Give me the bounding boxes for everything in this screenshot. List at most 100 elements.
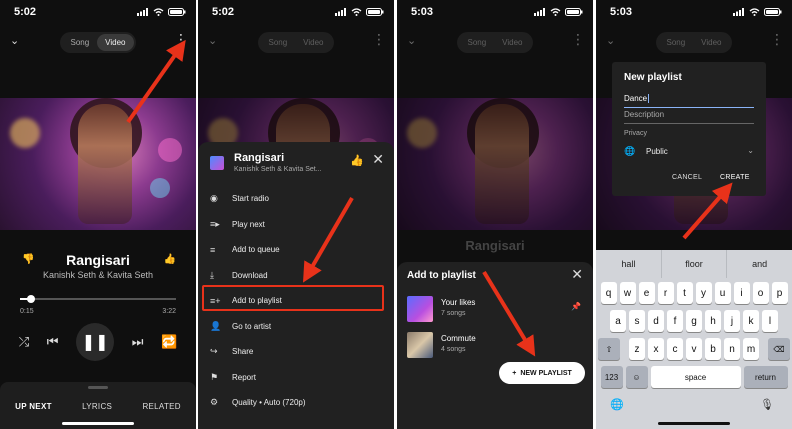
description-field[interactable]: Description (624, 110, 754, 124)
key-e[interactable]: e (638, 282, 655, 304)
delete-key[interactable]: ⌫ (768, 338, 790, 360)
suggestion[interactable]: hall (596, 250, 662, 278)
menu-item-add-to-queue[interactable]: ≡ Add to queue (198, 237, 394, 263)
toggle-song[interactable]: Song (658, 34, 693, 51)
menu-item-label: Start radio (232, 194, 269, 204)
thumbs-up-icon[interactable]: 👍 (350, 154, 364, 167)
key-l[interactable]: l (762, 310, 778, 332)
next-icon[interactable]: ⏭ (132, 334, 144, 350)
keyboard-row-3: ⇧ zxcvbnm ⌫ (596, 338, 792, 360)
emoji-key[interactable]: ☺ (625, 366, 648, 388)
key-f[interactable]: f (667, 310, 683, 332)
key-s[interactable]: s (629, 310, 645, 332)
more-options-icon[interactable]: ⋮ (571, 32, 585, 46)
more-options-icon[interactable]: ⋮ (372, 32, 386, 46)
seek-bar[interactable] (20, 295, 176, 303)
video-frame (397, 98, 593, 230)
toggle-song[interactable]: Song (62, 34, 97, 51)
key-z[interactable]: z (629, 338, 645, 360)
key-k[interactable]: k (743, 310, 759, 332)
key-d[interactable]: d (648, 310, 664, 332)
menu-item-report[interactable]: ⚑ Report (198, 365, 394, 391)
status-bar: 5:03 (397, 0, 593, 24)
close-icon[interactable]: ✕ (571, 266, 583, 283)
key-u[interactable]: u (714, 282, 731, 304)
toggle-video[interactable]: Video (295, 34, 331, 51)
key-o[interactable]: o (752, 282, 769, 304)
player-top-bar: ⌄ Song Video ⋮ (198, 30, 394, 54)
key-i[interactable]: i (733, 282, 750, 304)
space-key[interactable]: space (650, 366, 741, 388)
toggle-video[interactable]: Video (494, 34, 530, 51)
privacy-select[interactable]: 🌐 Public ⌄ (624, 146, 754, 160)
signal-icon (137, 8, 148, 16)
menu-item-quality[interactable]: ⚙ Quality • Auto (720p) (198, 390, 394, 416)
shift-key[interactable]: ⇧ (598, 338, 620, 360)
key-g[interactable]: g (686, 310, 702, 332)
create-button[interactable]: CREATE (720, 174, 750, 181)
menu-item-go-to-artist[interactable]: 👤 Go to artist (198, 314, 394, 340)
more-options-icon[interactable]: ⋮ (174, 32, 188, 46)
chevron-down-icon[interactable]: ⌄ (407, 34, 416, 47)
add-to-playlist-sheet: Add to playlist ✕ Your likes 7 songs 📌 C… (397, 262, 593, 429)
close-icon[interactable]: ✕ (372, 151, 384, 168)
new-playlist-button[interactable]: + NEW PLAYLIST (499, 362, 585, 384)
text-caret (648, 94, 650, 104)
download-icon: ⤓ (210, 269, 214, 280)
video-light (10, 118, 40, 148)
key-t[interactable]: t (676, 282, 693, 304)
key-j[interactable]: j (724, 310, 740, 332)
drag-handle[interactable] (88, 386, 108, 389)
key-w[interactable]: w (619, 282, 636, 304)
chevron-down-icon[interactable]: ⌄ (606, 34, 615, 47)
microphone-icon[interactable]: 🎙 (760, 398, 774, 411)
key-v[interactable]: v (686, 338, 702, 360)
tab-related[interactable]: RELATED (142, 402, 180, 411)
suggestion[interactable]: and (727, 250, 792, 278)
key-n[interactable]: n (724, 338, 740, 360)
key-r[interactable]: r (657, 282, 674, 304)
video-figure (78, 104, 132, 224)
key-m[interactable]: m (743, 338, 759, 360)
previous-icon[interactable]: ⏮ (47, 334, 59, 350)
toggle-video[interactable]: Video (693, 34, 729, 51)
thumbs-up-icon[interactable]: 👍 (164, 254, 176, 265)
song-video-toggle: Song Video (258, 31, 334, 53)
menu-item-start-radio[interactable]: ◉ Start radio (198, 186, 394, 212)
repeat-icon[interactable]: 🔁 (161, 334, 177, 350)
key-q[interactable]: q (600, 282, 617, 304)
video-frame[interactable] (0, 98, 196, 230)
numbers-key[interactable]: 123 (600, 366, 623, 388)
tab-lyrics[interactable]: LYRICS (82, 402, 112, 411)
key-b[interactable]: b (705, 338, 721, 360)
toggle-song[interactable]: Song (459, 34, 494, 51)
key-h[interactable]: h (705, 310, 721, 332)
key-y[interactable]: y (695, 282, 712, 304)
playlist-name-field[interactable]: Dance (624, 94, 754, 108)
seek-bar-knob[interactable] (26, 295, 35, 303)
more-options-icon[interactable]: ⋮ (770, 32, 784, 46)
playlist-item-commute[interactable]: Commute 4 songs (407, 332, 581, 360)
suggestion[interactable]: floor (662, 250, 728, 278)
dialog-title: New playlist (624, 72, 682, 83)
return-key[interactable]: return (743, 366, 788, 388)
home-indicator (658, 422, 730, 425)
key-x[interactable]: x (648, 338, 664, 360)
menu-item-share[interactable]: ↪ Share (198, 339, 394, 365)
cancel-button[interactable]: CANCEL (672, 174, 702, 181)
globe-icon[interactable]: 🌐 (610, 398, 624, 411)
tab-up-next[interactable]: UP NEXT (15, 402, 52, 411)
pause-button[interactable]: ❚❚ (76, 323, 115, 361)
key-c[interactable]: c (667, 338, 683, 360)
chevron-down-icon[interactable]: ⌄ (208, 34, 217, 47)
toggle-song[interactable]: Song (260, 34, 295, 51)
key-a[interactable]: a (610, 310, 626, 332)
shuffle-icon[interactable]: ⤮ (19, 334, 29, 350)
toggle-video[interactable]: Video (97, 33, 134, 51)
playlist-item-your-likes[interactable]: Your likes 7 songs 📌 (407, 296, 581, 324)
chevron-down-icon[interactable]: ⌄ (10, 34, 19, 47)
menu-item-play-next[interactable]: ≡▸ Play next (198, 212, 394, 238)
key-p[interactable]: p (771, 282, 788, 304)
on-screen-keyboard: hall floor and qwertyuiop asdfghjkl ⇧ zx… (596, 250, 792, 429)
status-icons (534, 8, 583, 16)
